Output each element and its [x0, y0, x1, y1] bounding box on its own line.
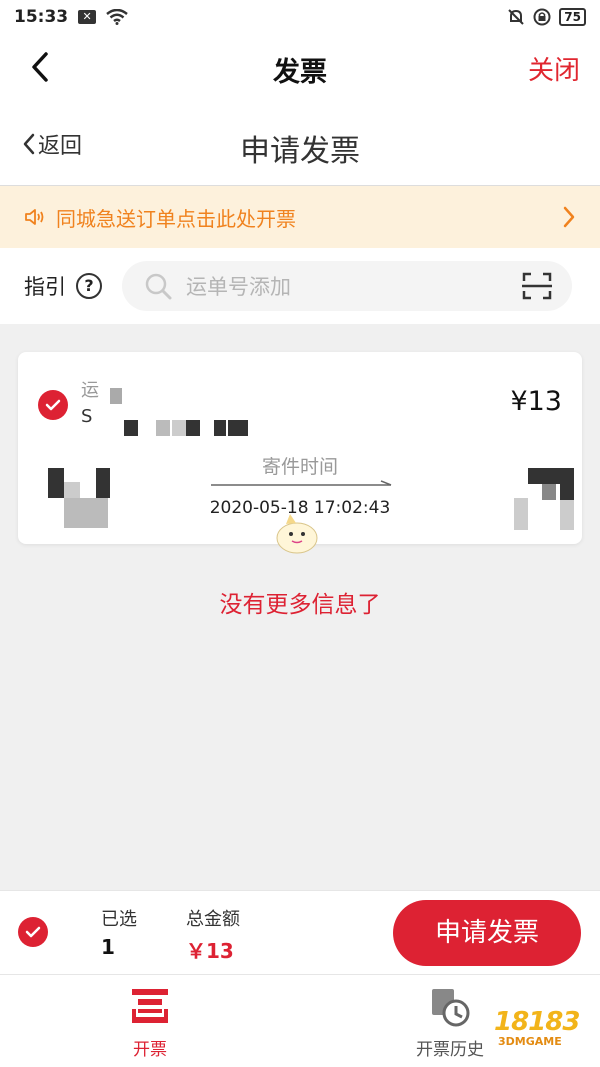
guide-link[interactable]: 指引 ?: [24, 271, 102, 301]
send-time-label: 寄件时间: [261, 456, 338, 478]
notice-text: 同城急送订单点击此处开票: [56, 206, 296, 231]
scan-icon[interactable]: [522, 272, 552, 300]
guide-label: 指引: [24, 275, 66, 299]
search-row: 指引 ? 运单号添加: [0, 248, 600, 324]
selected-label: 已选: [101, 909, 137, 930]
sub-nav-bar: 返回 申请发票: [0, 100, 600, 186]
top-nav-bar: 发票 关闭: [0, 34, 600, 100]
notification-icon: ✕: [78, 10, 97, 24]
select-all-checkbox[interactable]: [18, 917, 48, 947]
notice-banner[interactable]: 同城急送订单点击此处开票: [0, 186, 600, 248]
total-amount: ￥13: [186, 939, 234, 963]
close-button[interactable]: 关闭: [528, 50, 580, 87]
invoice-history-icon: [432, 989, 470, 1027]
status-time: 15:33: [14, 7, 69, 27]
wifi-icon: [106, 9, 128, 25]
watermark-sub: 3DMGAME: [498, 1035, 562, 1048]
mute-bell-icon: [508, 9, 525, 25]
status-bar: 15:33 ✕ 75: [0, 0, 600, 34]
help-icon: ?: [76, 273, 102, 299]
waybill-search-input[interactable]: 运单号添加: [122, 261, 572, 311]
battery-indicator: 75: [559, 8, 586, 26]
lock-rotation-icon: [533, 8, 551, 26]
order-price: ¥13: [510, 386, 562, 417]
selected-count: 1: [101, 935, 115, 959]
no-more-info-text: 没有更多信息了: [219, 592, 381, 618]
sub-page-title: 申请发票: [240, 134, 360, 169]
timeline-arrow: [211, 480, 392, 486]
checkmark-icon: [25, 926, 41, 938]
speaker-icon: [25, 209, 44, 225]
site-watermark: 18183 3DMGAME: [494, 999, 594, 1049]
search-placeholder: 运单号添加: [186, 275, 291, 299]
apply-invoice-button[interactable]: 申请发票: [393, 900, 581, 966]
watermark-number: 18183: [494, 1007, 580, 1037]
page-title: 发票: [273, 57, 327, 88]
chevron-right-icon: [563, 206, 575, 228]
invoice-icon: [132, 989, 168, 1023]
tab-invoice-label: 开票: [133, 1040, 167, 1060]
total-label: 总金额: [186, 909, 240, 930]
summary-bar: 已选 1 总金额 ￥13 申请发票: [0, 890, 600, 974]
tab-invoice[interactable]: 开票: [50, 975, 250, 1067]
search-icon: [145, 273, 172, 300]
mascot-image: [276, 514, 318, 554]
